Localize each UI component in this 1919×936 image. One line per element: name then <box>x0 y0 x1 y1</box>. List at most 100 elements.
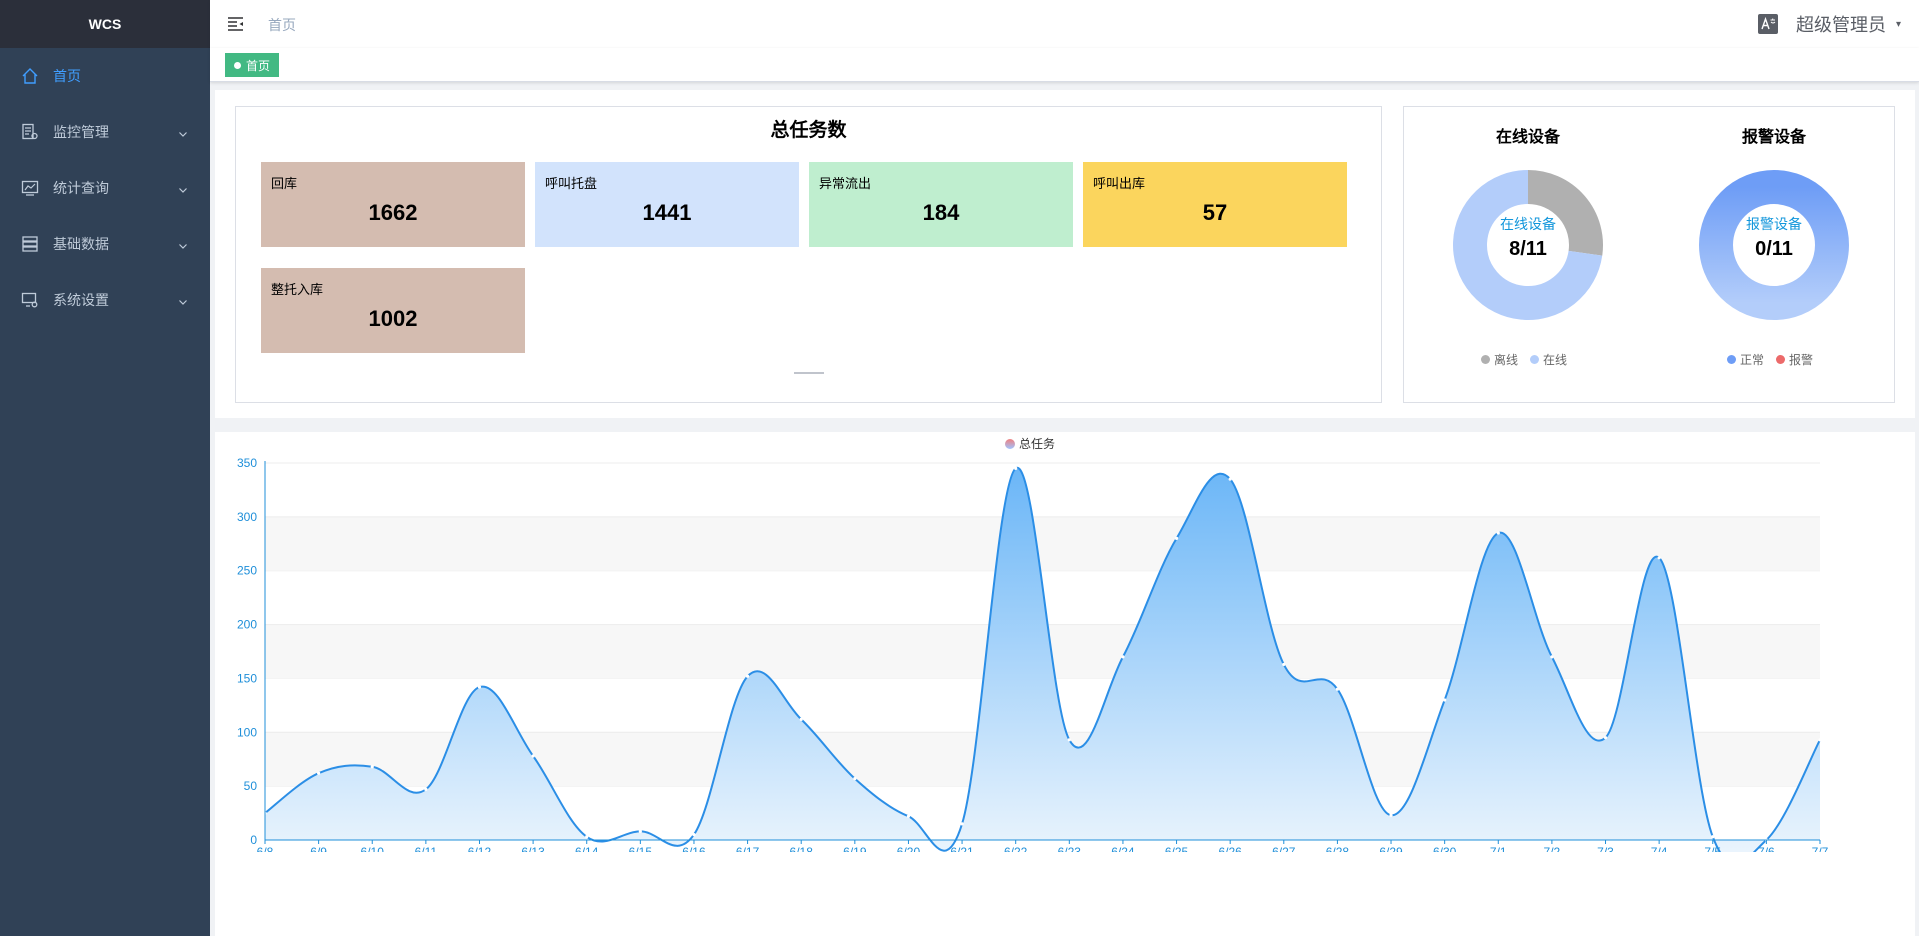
database-icon <box>20 234 40 254</box>
legend-marker <box>1481 355 1490 364</box>
x-tick-label: 6/22 <box>1004 845 1028 852</box>
legend-marker <box>1530 355 1540 364</box>
user-area: 超级管理员 ▾ <box>1757 10 1901 38</box>
data-point[interactable] <box>1174 536 1179 540</box>
legend-total-tasks: 总任务 <box>1019 437 1056 451</box>
stat-card-call-outbound[interactable]: 呼叫出库 57 <box>1083 162 1347 247</box>
sidebar-item-label: 监控管理 <box>53 124 109 140</box>
carousel-indicator[interactable] <box>794 372 824 374</box>
chart-legend[interactable]: 总任务 <box>1005 435 1055 452</box>
data-point[interactable] <box>1014 466 1018 470</box>
data-point[interactable] <box>1657 556 1661 560</box>
chevron-down-icon <box>178 238 188 254</box>
data-point[interactable] <box>745 674 750 678</box>
x-tick-label: 6/14 <box>575 845 599 852</box>
stat-label: 异常流出 <box>819 176 872 191</box>
x-tick-label: 6/10 <box>361 845 385 852</box>
hamburger-menu-icon[interactable] <box>226 14 246 34</box>
stat-label: 整托入库 <box>271 282 324 297</box>
settings-icon <box>20 290 40 310</box>
stat-card-return[interactable]: 回库 1662 <box>261 162 525 247</box>
data-point[interactable] <box>1496 531 1500 535</box>
data-point[interactable] <box>1067 738 1071 742</box>
chevron-down-icon <box>178 182 188 198</box>
legend-marker <box>1005 438 1015 449</box>
stat-card-call-pallet[interactable]: 呼叫托盘 1441 <box>535 162 799 247</box>
y-tick-label: 300 <box>237 510 257 524</box>
navbar: 首页 超级管理员 ▾ <box>210 0 1919 48</box>
x-tick-label: 6/8 <box>257 845 274 852</box>
sidebar-item-label: 基础数据 <box>53 236 109 252</box>
legend-alarm[interactable]: 报警 <box>1789 351 1813 368</box>
sidebar-item-settings[interactable]: 系统设置 <box>0 272 210 328</box>
data-point[interactable] <box>960 822 964 826</box>
legend-normal[interactable]: 正常 <box>1740 351 1764 368</box>
data-point[interactable] <box>638 829 642 833</box>
x-tick-label: 6/18 <box>790 845 814 852</box>
total-tasks-title: 总任务数 <box>770 120 847 141</box>
legend-offline[interactable]: 离线 <box>1494 351 1518 368</box>
data-point[interactable] <box>692 833 696 837</box>
language-icon[interactable] <box>1757 14 1778 34</box>
data-point[interactable] <box>585 835 589 839</box>
tab-label: 首页 <box>246 58 271 73</box>
stat-value: 1002 <box>368 306 418 331</box>
data-point[interactable] <box>1228 477 1232 481</box>
data-point[interactable] <box>906 814 911 818</box>
x-tick-label: 7/3 <box>1597 845 1614 852</box>
x-tick-label: 6/20 <box>897 845 921 852</box>
tags-view: 首页 <box>210 48 1919 82</box>
data-point[interactable] <box>1282 662 1286 667</box>
sidebar-item-monitor[interactable]: 监控管理 <box>0 104 210 160</box>
legend-online[interactable]: 在线 <box>1543 351 1567 368</box>
x-tick-label: 7/1 <box>1490 845 1507 852</box>
tab-home[interactable]: 首页 <box>225 53 280 77</box>
data-point[interactable] <box>1818 738 1822 742</box>
sidebar-item-home[interactable]: 首页 <box>0 48 210 104</box>
stat-value: 184 <box>922 200 960 225</box>
sidebar-item-label: 首页 <box>53 68 81 84</box>
username-dropdown[interactable]: 超级管理员 <box>1796 11 1886 37</box>
data-point[interactable] <box>477 685 482 689</box>
x-tick-label: 7/4 <box>1651 845 1668 852</box>
x-tick-label: 6/19 <box>843 845 867 852</box>
data-point[interactable] <box>1335 687 1340 691</box>
data-point[interactable] <box>1711 835 1715 839</box>
data-point[interactable] <box>370 765 374 769</box>
task-trend-chart: 0501001502002503003506/8 6/9 6/10 6/11 6/12 6… <box>237 456 1829 852</box>
sidebar-item-statistics[interactable]: 统计查询 <box>0 160 210 216</box>
y-tick-label: 50 <box>244 779 258 793</box>
breadcrumb[interactable]: 首页 <box>268 15 296 35</box>
x-tick-label: 6/30 <box>1433 845 1457 852</box>
alarm-donut-label: 报警设备 <box>1746 216 1802 232</box>
data-point[interactable] <box>1389 813 1393 817</box>
data-point[interactable] <box>799 717 803 721</box>
sidebar-item-basic-data[interactable]: 基础数据 <box>0 216 210 272</box>
data-point[interactable] <box>853 777 857 781</box>
online-legend: 离线 在线 <box>1481 351 1567 368</box>
x-tick-label: 7/7 <box>1812 845 1829 852</box>
legend-marker <box>1776 355 1786 364</box>
x-tick-label: 7/6 <box>1758 845 1775 852</box>
x-tick-label: 6/26 <box>1218 845 1242 852</box>
alarm-legend: 正常 报警 <box>1727 351 1813 368</box>
x-tick-label: 6/24 <box>1111 845 1135 852</box>
stat-card-full-pallet-inbound[interactable]: 整托入库 1002 <box>261 268 525 353</box>
stat-value: 57 <box>1202 200 1228 225</box>
stat-value: 1441 <box>642 200 692 225</box>
y-tick-label: 250 <box>237 564 257 578</box>
data-point[interactable] <box>531 754 535 758</box>
data-point[interactable] <box>1443 698 1447 702</box>
online-donut-label: 在线设备 <box>1500 216 1556 232</box>
data-point[interactable] <box>1121 655 1125 659</box>
x-tick-label: 6/13 <box>521 845 545 852</box>
data-point[interactable] <box>1603 736 1608 740</box>
x-tick-label: 6/11 <box>415 845 438 852</box>
stat-card-exception-out[interactable]: 异常流出 184 <box>809 162 1073 247</box>
data-point[interactable] <box>424 787 428 791</box>
data-point[interactable] <box>1550 655 1554 659</box>
data-point[interactable] <box>317 771 321 775</box>
summary-panel: 总任务数 回库 1662 呼叫托盘 1441 异常流出 184 呼叫出库 57 … <box>215 90 1915 418</box>
x-tick-label: 7/5 <box>1704 845 1721 852</box>
caret-down-icon[interactable]: ▾ <box>1896 19 1901 30</box>
